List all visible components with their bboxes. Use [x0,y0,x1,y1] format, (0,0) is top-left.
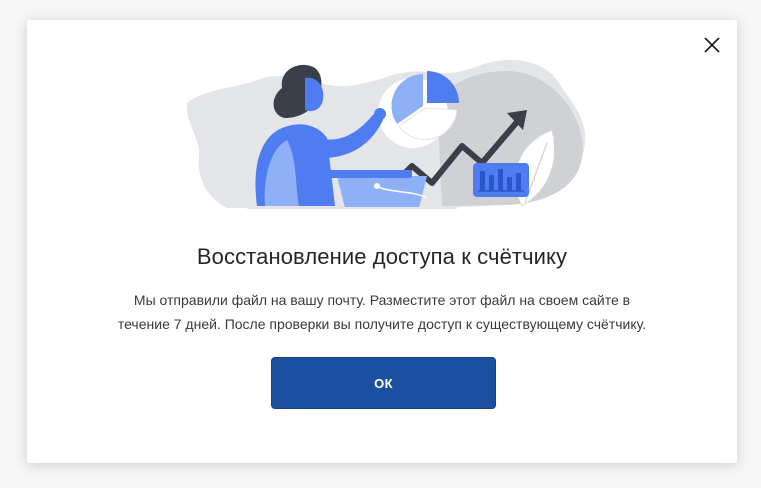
ok-button[interactable]: ОК [271,357,496,409]
access-recovery-dialog: Восстановление доступа к счётчику Мы отп… [27,20,737,463]
message-line-1: Мы отправили файл на вашу почту. Размест… [133,292,631,308]
close-button[interactable] [701,34,723,56]
analytics-illustration [187,60,586,209]
close-icon [704,37,720,53]
dialog-title: Восстановление доступа к счётчику [196,244,568,269]
dialog-message: Мы отправили файл на вашу почту. Размест… [87,288,677,336]
bar-chart-icon [473,163,529,197]
message-line-2: течение 7 дней. После проверки вы получи… [117,316,647,332]
